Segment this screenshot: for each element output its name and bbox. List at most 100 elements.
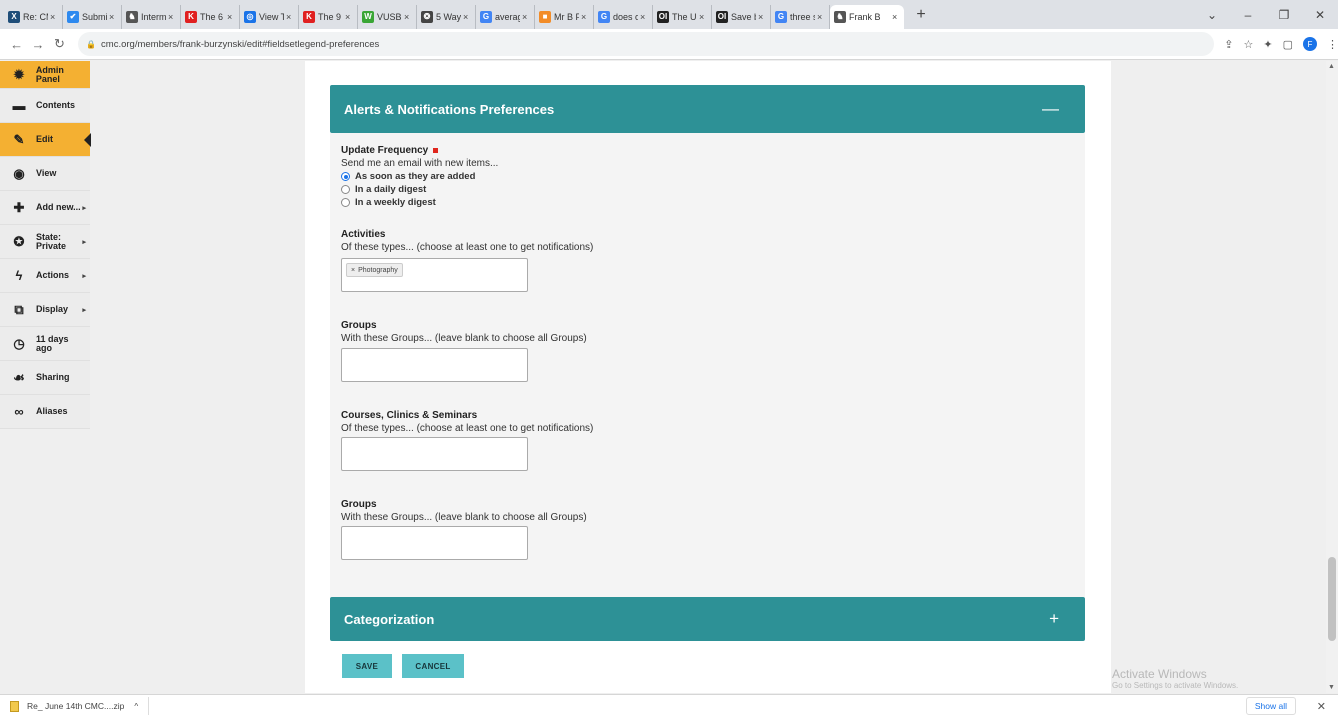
frequency-radio-option[interactable]: In a weekly digest	[341, 197, 498, 208]
groups-input-2[interactable]	[341, 526, 528, 560]
close-download-bar-icon[interactable]: ✕	[1317, 700, 1326, 713]
tab-close-icon[interactable]: ×	[50, 12, 58, 22]
tab-title: The 6 Si	[200, 11, 225, 22]
horse-icon: ♞	[834, 10, 846, 23]
admin-item-aliases[interactable]: ∞ Aliases	[0, 395, 90, 429]
browser-tab[interactable]: ♞Interme×	[122, 4, 181, 29]
submenu-arrow-icon: ▸	[82, 204, 86, 212]
extensions-icon[interactable]: ✦	[1263, 38, 1272, 51]
admin-item-actions[interactable]: ϟ Actions ▸	[0, 259, 90, 293]
required-marker-icon	[433, 147, 439, 153]
field-description: Of these types... (choose at least one t…	[341, 242, 594, 253]
tab-close-icon[interactable]: ×	[227, 12, 235, 22]
admin-item-contents[interactable]: ▬ Contents	[0, 89, 90, 123]
collapse-minus-icon[interactable]: —	[1042, 99, 1059, 119]
tab-title: Save b	[731, 11, 756, 22]
new-tab-button[interactable]: +	[910, 4, 932, 26]
browser-tab[interactable]: ■Mr B Pi×	[535, 4, 594, 29]
radio-button[interactable]	[341, 172, 350, 181]
sidebar-icon[interactable]: ▢	[1283, 38, 1293, 51]
tab-close-icon[interactable]: ×	[892, 12, 900, 22]
chevron-up-icon[interactable]: ^	[134, 702, 138, 711]
tab-close-icon[interactable]: ×	[581, 12, 589, 22]
browser-tab[interactable]: KThe 6 Si×	[181, 4, 240, 29]
tab-close-icon[interactable]: ×	[286, 12, 294, 22]
categorization-section-title: Categorization	[344, 611, 435, 627]
profile-avatar[interactable]: F	[1303, 37, 1317, 51]
google-icon: G	[598, 10, 610, 23]
plus-icon: ✚	[13, 199, 25, 215]
restore-button[interactable]: ❐	[1266, 8, 1302, 22]
activities-tag-input[interactable]: × Photography	[341, 258, 528, 292]
categorization-section-header[interactable]: Categorization +	[330, 597, 1085, 641]
browser-tab[interactable]: OIThe Ult×	[653, 4, 712, 29]
tag-chip[interactable]: × Photography	[346, 263, 403, 277]
admin-item-view[interactable]: ◉ View	[0, 157, 90, 191]
field-description: With these Groups... (leave blank to cho…	[341, 512, 587, 523]
show-all-button[interactable]: Show all	[1245, 697, 1296, 715]
browser-tab[interactable]: ◎View Tr×	[240, 4, 299, 29]
forward-arrow-icon[interactable]: →	[27, 37, 48, 52]
alerts-section-header[interactable]: Alerts & Notifications Preferences —	[330, 85, 1085, 133]
url-bar[interactable]: 🔒 cmc.org/members/frank-burzynski/edit#f…	[78, 32, 1215, 56]
download-item[interactable]: Re_ June 14th CMC....zip ^	[10, 697, 150, 715]
radio-button[interactable]	[341, 198, 350, 207]
close-window-button[interactable]: ✕	[1302, 8, 1338, 22]
browser-tab-active[interactable]: ♞ Frank B ×	[830, 4, 904, 29]
browser-tab[interactable]: Gaverage×	[476, 4, 535, 29]
admin-item-state-private[interactable]: ✪ State: Private ▸	[0, 225, 90, 259]
admin-item-sharing[interactable]: ☙ Sharing	[0, 361, 90, 395]
radio-label: As soon as they are added	[355, 171, 476, 182]
tab-close-icon[interactable]: ×	[109, 12, 117, 22]
frequency-radio-option[interactable]: In a daily digest	[341, 184, 498, 195]
tab-close-icon[interactable]: ×	[345, 12, 353, 22]
browser-tab[interactable]: WVUSB |×	[358, 4, 417, 29]
oi-icon: OI	[657, 10, 669, 23]
save-button[interactable]: SAVE	[342, 654, 392, 678]
tab-close-icon[interactable]: ×	[168, 12, 176, 22]
expand-plus-icon[interactable]: +	[1049, 609, 1059, 629]
browser-tab[interactable]: KThe 9 B×	[299, 4, 358, 29]
browser-tab[interactable]: ❂5 Ways×	[417, 4, 476, 29]
scroll-up-arrow-icon[interactable]: ▲	[1328, 63, 1335, 70]
browser-tab[interactable]: Gthree su×	[771, 4, 830, 29]
browser-tab[interactable]: XRe: CM...×	[4, 4, 63, 29]
admin-panel-header[interactable]: ✹ Admin Panel	[0, 61, 90, 89]
admin-item-display[interactable]: ⧉ Display ▸	[0, 293, 90, 327]
browser-tab[interactable]: OISave b×	[712, 4, 771, 29]
admin-item-edit[interactable]: ✎ Edit	[0, 123, 91, 157]
scrollbar-thumb[interactable]	[1328, 557, 1336, 641]
back-arrow-icon[interactable]: ←	[6, 37, 27, 52]
share-icon[interactable]: ⇪	[1224, 38, 1233, 51]
minimize-button[interactable]: –	[1230, 8, 1266, 22]
tab-close-icon[interactable]: ×	[640, 12, 648, 22]
tab-close-icon[interactable]: ×	[817, 12, 825, 22]
tab-title: Frank B	[849, 11, 881, 22]
bookmark-star-icon[interactable]: ☆	[1244, 38, 1254, 51]
tab-close-icon[interactable]: ×	[522, 12, 530, 22]
admin-item-label: Edit	[36, 134, 53, 144]
remove-tag-icon[interactable]: ×	[351, 267, 355, 274]
tab-close-icon[interactable]: ×	[699, 12, 707, 22]
frequency-radio-option[interactable]: As soon as they are added	[341, 171, 498, 182]
admin-item-add-new[interactable]: ✚ Add new... ▸	[0, 191, 90, 225]
cancel-button[interactable]: CANCEL	[402, 654, 464, 678]
watermark-line-1: Activate Windows	[1112, 667, 1207, 681]
radio-button[interactable]	[341, 185, 350, 194]
page-scrollbar[interactable]: ▲ ▼	[1326, 61, 1338, 693]
menu-kebab-icon[interactable]: ⋮	[1327, 38, 1338, 51]
reload-icon[interactable]: ↻	[49, 36, 70, 52]
browser-tab[interactable]: ✔Submit×	[63, 4, 122, 29]
browser-tab-strip: XRe: CM...×✔Submit×♞Interme×KThe 6 Si×◎V…	[0, 0, 1338, 29]
browser-tab[interactable]: Gdoes or×	[594, 4, 653, 29]
tab-close-icon[interactable]: ×	[758, 12, 766, 22]
admin-item-11-days-ago[interactable]: ◷ 11 days ago	[0, 327, 90, 361]
tab-title: average	[495, 11, 520, 22]
tab-close-icon[interactable]: ×	[404, 12, 412, 22]
tab-close-icon[interactable]: ×	[463, 12, 471, 22]
groups-input-1[interactable]	[341, 348, 528, 382]
admin-item-label: Contents	[36, 100, 75, 110]
courses-input[interactable]	[341, 437, 528, 471]
tab-search-chevron-icon[interactable]: ⌄	[1194, 8, 1230, 22]
scroll-down-arrow-icon[interactable]: ▼	[1328, 684, 1335, 691]
